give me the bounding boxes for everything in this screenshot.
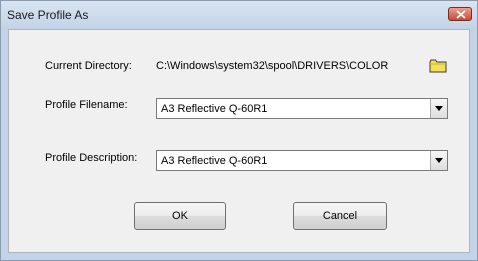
profile-description-dropdown-button[interactable] bbox=[430, 151, 447, 170]
ok-button[interactable]: OK bbox=[134, 202, 226, 230]
profile-filename-label: Profile Filename: bbox=[45, 99, 128, 111]
profile-description-value: A3 Reflective Q-60R1 bbox=[161, 155, 268, 167]
chevron-down-icon bbox=[435, 158, 443, 163]
cancel-button[interactable]: Cancel bbox=[293, 202, 387, 230]
close-icon bbox=[456, 10, 466, 19]
chevron-down-icon bbox=[435, 106, 443, 111]
save-profile-dialog: Save Profile As Current Directory: C:\Wi… bbox=[0, 0, 478, 261]
dialog-body: Current Directory: C:\Windows\system32\s… bbox=[8, 29, 470, 253]
current-directory-value: C:\Windows\system32\spool\DRIVERS\COLOR bbox=[156, 60, 389, 72]
browse-folder-button[interactable] bbox=[429, 59, 447, 73]
profile-description-label: Profile Description: bbox=[45, 152, 138, 164]
window-title: Save Profile As bbox=[7, 8, 89, 22]
folder-icon bbox=[429, 59, 447, 73]
profile-filename-value: A3 Reflective Q-60R1 bbox=[161, 103, 268, 115]
close-button[interactable] bbox=[448, 7, 472, 21]
profile-description-combobox[interactable]: A3 Reflective Q-60R1 bbox=[156, 150, 448, 171]
current-directory-label: Current Directory: bbox=[45, 60, 132, 72]
profile-filename-dropdown-button[interactable] bbox=[430, 99, 447, 118]
title-bar[interactable]: Save Profile As bbox=[1, 1, 477, 29]
profile-filename-combobox[interactable]: A3 Reflective Q-60R1 bbox=[156, 98, 448, 119]
